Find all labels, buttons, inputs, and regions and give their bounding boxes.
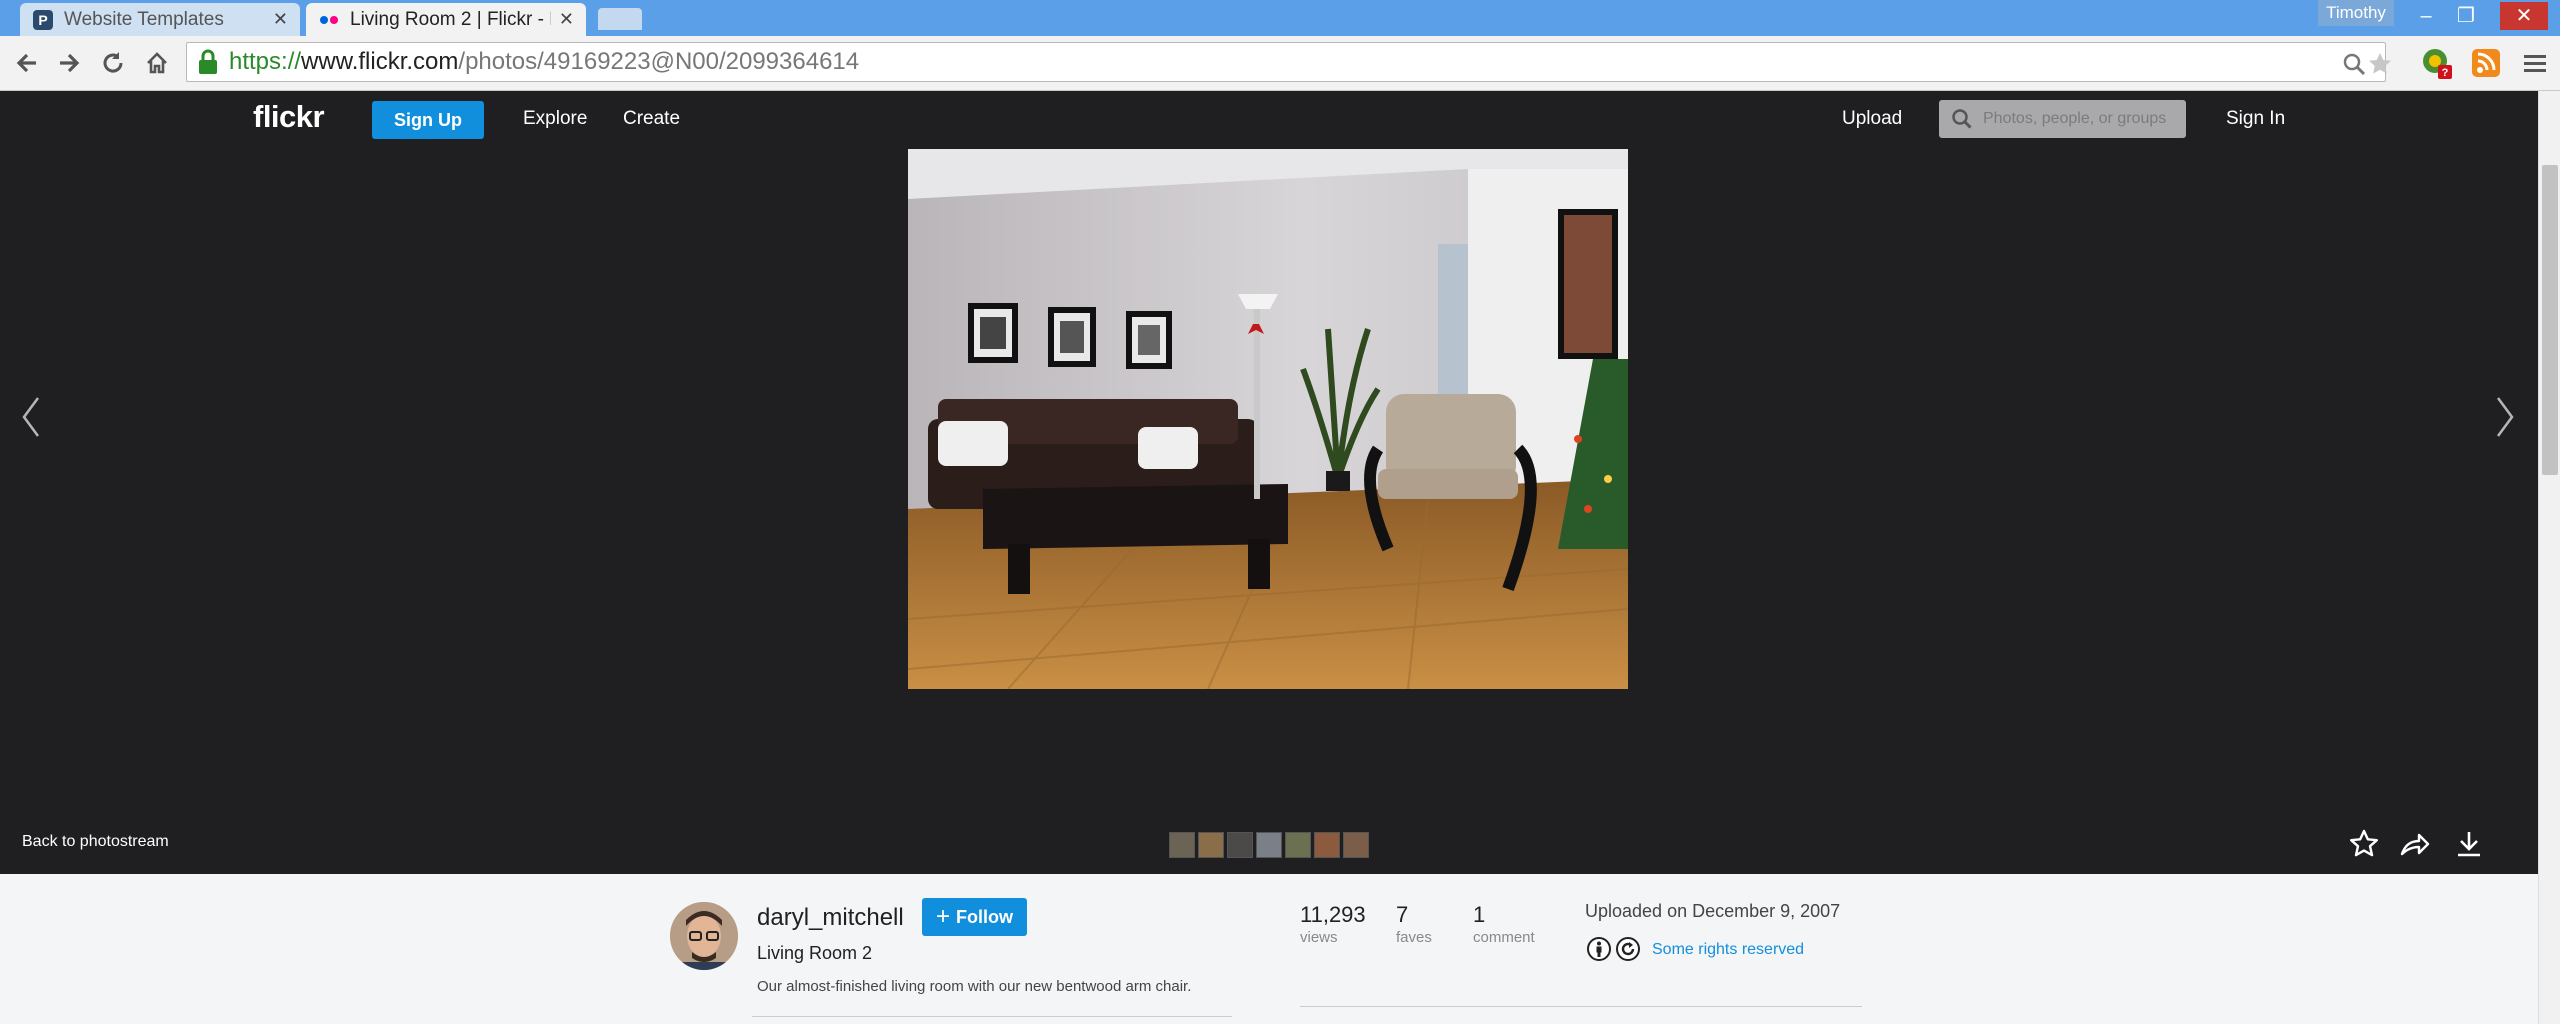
tab-close-icon[interactable]: ✕ (559, 9, 574, 30)
bookmark-star-icon[interactable] (2367, 51, 2393, 77)
search-input[interactable] (1983, 110, 2183, 128)
minimize-icon[interactable]: – (2408, 2, 2444, 30)
url-text: https://www.flickr.com/photos/49169223@N… (229, 48, 860, 75)
chrome-menu-icon[interactable] (2518, 45, 2552, 81)
thumbnail[interactable] (1256, 832, 1282, 858)
website-templates-favicon-icon: P (33, 9, 53, 30)
thumbnail[interactable] (1314, 832, 1340, 858)
back-to-photostream-link[interactable]: Back to photostream (22, 833, 169, 851)
faves-label: faves (1396, 929, 1432, 946)
fave-star-icon[interactable] (2347, 827, 2381, 861)
divider (752, 1016, 1232, 1017)
thumbnail[interactable] (1198, 832, 1224, 858)
sign-up-button[interactable]: Sign Up (372, 101, 484, 139)
tab-close-icon[interactable]: ✕ (273, 9, 288, 30)
plus-icon: + (935, 903, 950, 930)
follow-label: Follow (956, 906, 1013, 927)
tab-title: Living Room 2 | Flickr - Ph (350, 8, 551, 30)
share-icon[interactable] (2398, 827, 2432, 861)
license-link[interactable]: Some rights reserved (1652, 941, 1804, 959)
upload-date: Uploaded on December 9, 2007 (1585, 901, 1841, 921)
previous-photo-icon[interactable] (16, 392, 46, 442)
photo-info-panel: daryl_mitchell + Follow Living Room 2 Ou… (0, 874, 2538, 1024)
restore-icon[interactable]: ❐ (2448, 2, 2484, 30)
new-tab-button[interactable] (598, 8, 642, 30)
sign-in-link[interactable]: Sign In (2226, 108, 2285, 130)
tab-living-room[interactable]: Living Room 2 | Flickr - Ph ✕ (306, 3, 586, 36)
thumbnail[interactable] (1343, 832, 1369, 858)
views-label: views (1300, 929, 1338, 946)
browser-tab-strip: P Website Templates ✕ Living Room 2 | Fl… (0, 0, 2560, 36)
next-photo-icon[interactable] (2490, 392, 2520, 442)
thumbnail[interactable] (1285, 832, 1311, 858)
svg-text:?: ? (2442, 67, 2449, 79)
faves-count: 7 (1396, 902, 1409, 927)
search-box[interactable] (1939, 100, 2186, 138)
avatar[interactable] (670, 902, 738, 970)
thumbnail[interactable] (1169, 832, 1195, 858)
browser-toolbar: https://www.flickr.com/photos/49169223@N… (0, 36, 2560, 91)
flickr-logo[interactable]: flickr (253, 99, 325, 135)
download-icon[interactable] (2452, 827, 2486, 861)
home-icon[interactable] (138, 44, 176, 82)
views-stat: 11,293 views (1300, 902, 1366, 946)
divider (1300, 1006, 1862, 1007)
zoom-icon[interactable] (2341, 51, 2367, 77)
rss-icon[interactable] (2470, 45, 2504, 81)
flickr-header: flickr Sign Up Explore Create Upload Sig… (0, 91, 2538, 147)
username-link[interactable]: daryl_mitchell (757, 904, 904, 932)
upload-link[interactable]: Upload (1842, 108, 1902, 130)
comments-stat: 1 comment (1473, 902, 1535, 946)
reload-icon[interactable] (94, 44, 132, 82)
back-icon[interactable] (8, 44, 46, 82)
follow-button[interactable]: + Follow (922, 898, 1027, 936)
comments-count: 1 (1473, 902, 1486, 927)
address-bar[interactable]: https://www.flickr.com/photos/49169223@N… (186, 42, 2391, 82)
forward-icon[interactable] (50, 44, 88, 82)
flickr-favicon-icon (320, 15, 338, 24)
tab-title: Website Templates (64, 8, 224, 30)
scrollbar-thumb[interactable] (2542, 165, 2558, 475)
photostream-thumbnails (1169, 832, 1369, 858)
living-room-photo (908, 149, 1628, 689)
tab-website-templates[interactable]: P Website Templates ✕ (20, 3, 300, 36)
lock-icon (199, 49, 217, 74)
attribution-icon[interactable] (1586, 936, 1612, 962)
photo-description: Our almost-finished living room with our… (757, 978, 1192, 995)
explore-link[interactable]: Explore (523, 108, 587, 130)
photo-viewer: Back to photostream (0, 147, 2538, 874)
comments-label: comment (1473, 929, 1535, 946)
main-photo[interactable] (908, 149, 1628, 689)
page-scrollbar[interactable] (2538, 91, 2560, 1024)
thumbnail[interactable] (1227, 832, 1253, 858)
svg-text:P: P (38, 12, 47, 28)
faves-stat: 7 faves (1396, 902, 1432, 946)
views-count: 11,293 (1300, 902, 1366, 927)
photo-title: Living Room 2 (757, 943, 873, 963)
profile-button[interactable]: Timothy (2318, 0, 2394, 26)
search-icon (1952, 109, 1972, 129)
close-window-icon[interactable]: ✕ (2500, 2, 2548, 30)
extension-icon[interactable]: ? (2420, 45, 2454, 81)
create-link[interactable]: Create (623, 108, 680, 130)
share-alike-icon[interactable] (1615, 936, 1641, 962)
